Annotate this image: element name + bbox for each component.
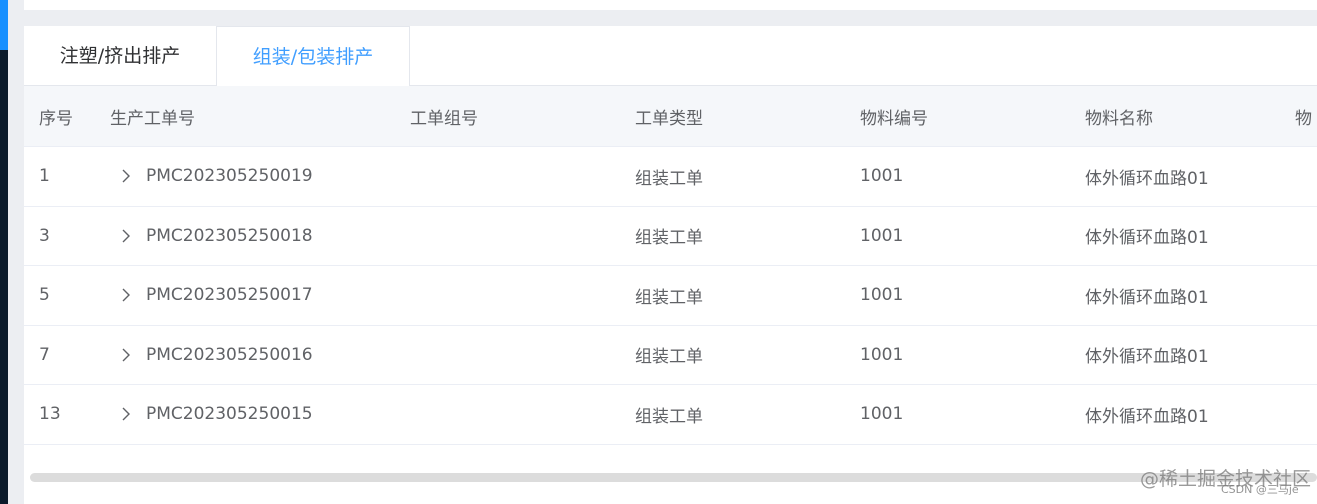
cell-order-type: 组装工单 (635, 228, 703, 249)
header-group-no: 工单组号 (410, 108, 478, 129)
chevron-right-icon[interactable] (118, 228, 134, 244)
cell-order-no: PMC202305250018 (110, 207, 313, 266)
cell-seq: 5 (39, 285, 50, 306)
cell-order-type: 组装工单 (635, 287, 703, 308)
cell-material-name: 体外循环血路01 (1085, 228, 1209, 249)
header-order-no: 生产工单号 (110, 108, 195, 129)
cell-material-name: 体外循环血路01 (1085, 168, 1209, 189)
header-next-column: 物 (1295, 108, 1312, 129)
order-no-text: PMC202305250017 (146, 285, 313, 306)
cell-material-code: 1001 (860, 225, 904, 246)
cell-order-type: 组装工单 (635, 406, 703, 427)
cell-order-no: PMC202305250019 (110, 147, 313, 206)
order-no-text: PMC202305250015 (146, 404, 313, 425)
chevron-right-icon[interactable] (118, 168, 134, 184)
cell-material-code: 1001 (860, 344, 904, 365)
work-order-table: 序号 生产工单号 工单组号 工单类型 物料编号 物料名称 物 1 PMC2023… (24, 86, 1317, 445)
watermark-csdn: CSDN @三马je (1221, 483, 1299, 496)
cell-material-name: 体外循环血路01 (1085, 287, 1209, 308)
header-order-type: 工单类型 (635, 108, 703, 129)
chevron-right-icon[interactable] (118, 347, 134, 363)
header-material-code: 物料编号 (860, 108, 928, 129)
order-no-text: PMC202305250019 (146, 166, 313, 187)
top-card (24, 0, 1317, 10)
cell-material-code: 1001 (860, 166, 904, 187)
table-header: 序号 生产工单号 工单组号 工单类型 物料编号 物料名称 物 (24, 86, 1317, 147)
cell-seq: 13 (39, 404, 61, 425)
side-nav-edge (0, 0, 8, 504)
tab-assembly-packaging[interactable]: 组装/包装排产 (217, 26, 410, 87)
cell-order-no: PMC202305250017 (110, 266, 313, 325)
horizontal-scrollbar[interactable] (30, 472, 1317, 482)
tab-injection-extrusion[interactable]: 注塑/挤出排产 (24, 26, 217, 86)
cell-seq: 3 (39, 225, 50, 246)
tab-bar: 注塑/挤出排产 组装/包装排产 (24, 26, 1317, 87)
cell-material-name: 体外循环血路01 (1085, 406, 1209, 427)
table-row[interactable]: 5 PMC202305250017 组装工单 1001 体外循环血路01 (24, 266, 1317, 326)
order-no-text: PMC202305250016 (146, 344, 313, 365)
header-seq: 序号 (39, 108, 73, 129)
cell-order-no: PMC202305250016 (110, 326, 313, 385)
cell-seq: 7 (39, 344, 50, 365)
table-row[interactable]: 3 PMC202305250018 组装工单 1001 体外循环血路01 (24, 206, 1317, 266)
cell-order-no: PMC202305250015 (110, 385, 313, 444)
schedule-card: 注塑/挤出排产 组装/包装排产 序号 生产工单号 工单组号 工单类型 物料编号 … (24, 26, 1317, 504)
table-row[interactable]: 7 PMC202305250016 组装工单 1001 体外循环血路01 (24, 325, 1317, 385)
chevron-right-icon[interactable] (118, 406, 134, 422)
side-nav-active-indicator (0, 0, 8, 50)
cell-material-name: 体外循环血路01 (1085, 347, 1209, 368)
cell-order-type: 组装工单 (635, 168, 703, 189)
cell-order-type: 组装工单 (635, 347, 703, 368)
table-row[interactable]: 1 PMC202305250019 组装工单 1001 体外循环血路01 (24, 147, 1317, 207)
section-divider (24, 10, 1317, 26)
chevron-right-icon[interactable] (118, 287, 134, 303)
cell-material-code: 1001 (860, 285, 904, 306)
scrollbar-thumb[interactable] (30, 473, 1317, 482)
header-material-name: 物料名称 (1085, 108, 1153, 129)
cell-seq: 1 (39, 166, 50, 187)
page-gutter (8, 0, 24, 504)
table-row[interactable]: 13 PMC202305250015 组装工单 1001 体外循环血路01 (24, 385, 1317, 445)
cell-material-code: 1001 (860, 404, 904, 425)
order-no-text: PMC202305250018 (146, 225, 313, 246)
